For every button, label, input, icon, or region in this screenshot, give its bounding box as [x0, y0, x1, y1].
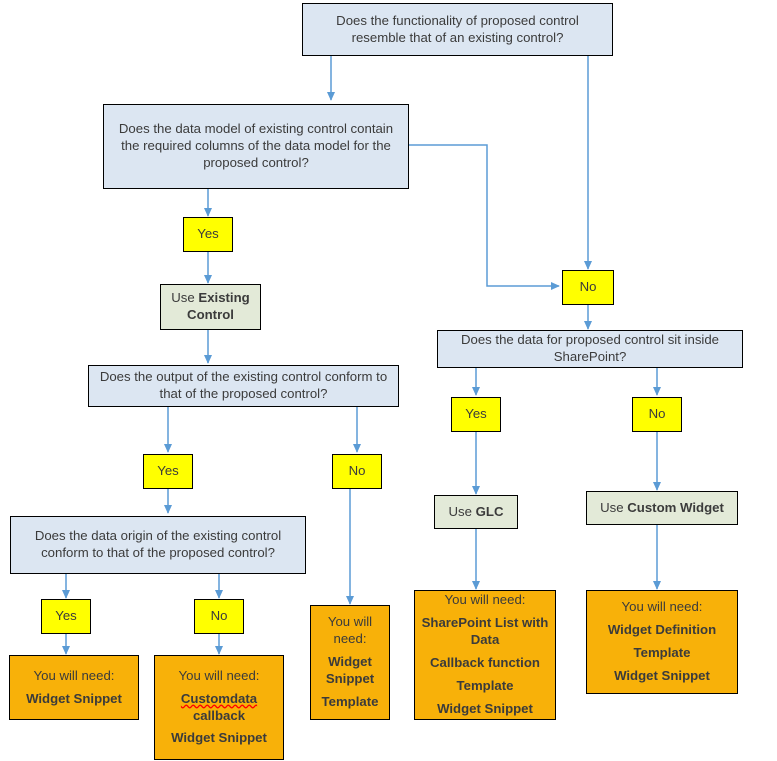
- outcome-item: Widget Snippet: [26, 690, 122, 706]
- outcome-item-customdata-callback: Customdata callback: [160, 691, 278, 725]
- decision-functionality-label: Does the functionality of proposed contr…: [336, 12, 579, 45]
- outcome-widget-snippet-template[interactable]: You will need: Widget Snippet Template: [310, 605, 390, 720]
- decision-functionality-resembles-existing[interactable]: Does the functionality of proposed contr…: [302, 3, 613, 56]
- choice-label: No: [579, 279, 597, 295]
- outcome-glc-requirements[interactable]: You will need: SharePoint List with Data…: [414, 590, 556, 720]
- choice-label: Yes: [465, 406, 487, 422]
- choice-no-data-origin[interactable]: No: [194, 599, 244, 634]
- choice-label: Yes: [197, 226, 219, 242]
- outcome-item: Callback function: [430, 655, 540, 670]
- action-use-custom-widget[interactable]: Use Custom Widget: [586, 491, 738, 525]
- decision-data-inside-sharepoint[interactable]: Does the data for proposed control sit i…: [437, 330, 743, 368]
- outcome-lead: You will need:: [33, 667, 115, 683]
- action-use-existing-control[interactable]: Use Existing Control: [160, 284, 261, 330]
- choice-no-functionality[interactable]: No: [562, 270, 614, 305]
- choice-yes-data-origin[interactable]: Yes: [41, 599, 91, 634]
- outcome-widget-snippet[interactable]: You will need: Widget Snippet: [9, 655, 139, 720]
- action-prefix: Use: [448, 503, 476, 519]
- outcome-item: Widget Snippet: [171, 730, 267, 746]
- outcome-item: Widget Snippet: [614, 667, 710, 683]
- choice-label: No: [648, 406, 666, 422]
- outcome-lead: You will need:: [444, 592, 526, 608]
- flowchart-canvas: Does the functionality of proposed contr…: [0, 0, 777, 761]
- choice-label: Yes: [157, 463, 179, 479]
- outcome-item: Template: [633, 645, 691, 660]
- outcome-custom-widget-requirements[interactable]: You will need: Widget Definition Templat…: [586, 590, 738, 694]
- outcome-item: Widget Snippet: [325, 654, 375, 686]
- decision-data-model-contains-columns[interactable]: Does the data model of existing control …: [103, 104, 409, 189]
- action-use-existing-control-label: Use Existing Control: [167, 290, 254, 324]
- choice-no-output[interactable]: No: [332, 454, 382, 489]
- choice-yes-data-model[interactable]: Yes: [183, 217, 233, 252]
- action-use-glc[interactable]: Use GLC: [434, 495, 518, 529]
- misspelled-word: Customdata: [180, 690, 258, 706]
- outcome-item: SharePoint List with Data: [421, 615, 549, 648]
- action-emphasis: Custom Widget: [627, 499, 724, 515]
- decision-data-origin-conforms[interactable]: Does the data origin of the existing con…: [10, 516, 306, 574]
- outcome-item: Template: [456, 677, 514, 693]
- decision-sharepoint-label: Does the data for proposed control sit i…: [460, 332, 720, 364]
- choice-no-sharepoint[interactable]: No: [632, 397, 682, 432]
- action-emphasis: GLC: [475, 503, 504, 519]
- outcome-item-remainder: callback: [192, 707, 246, 723]
- choice-label: Yes: [55, 608, 77, 624]
- action-use-glc-label: Use GLC: [449, 504, 504, 521]
- action-prefix: Use: [600, 499, 628, 515]
- decision-data-model-label: Does the data model of existing control …: [118, 121, 394, 170]
- decision-output-label: Does the output of the existing control …: [99, 369, 388, 401]
- choice-yes-sharepoint[interactable]: Yes: [451, 397, 501, 432]
- choice-label: No: [348, 463, 366, 479]
- outcome-lead: You will need:: [178, 667, 260, 683]
- outcome-item: Widget Definition: [607, 622, 717, 638]
- choice-yes-output[interactable]: Yes: [143, 454, 193, 489]
- outcome-item: Template: [321, 693, 379, 709]
- decision-output-conforms[interactable]: Does the output of the existing control …: [88, 365, 399, 407]
- outcome-lead: You will need:: [621, 599, 703, 615]
- outcome-lead: You will need:: [327, 614, 373, 647]
- action-prefix: Use: [171, 290, 199, 306]
- choice-label: No: [210, 608, 228, 624]
- decision-data-origin-label: Does the data origin of the existing con…: [34, 528, 282, 560]
- action-use-custom-widget-label: Use Custom Widget: [600, 500, 724, 517]
- outcome-customdata-callback[interactable]: You will need: Customdata callback Widge…: [154, 655, 284, 760]
- edge-datamodel-to-no: [409, 144, 560, 291]
- outcome-item: Widget Snippet: [437, 700, 533, 716]
